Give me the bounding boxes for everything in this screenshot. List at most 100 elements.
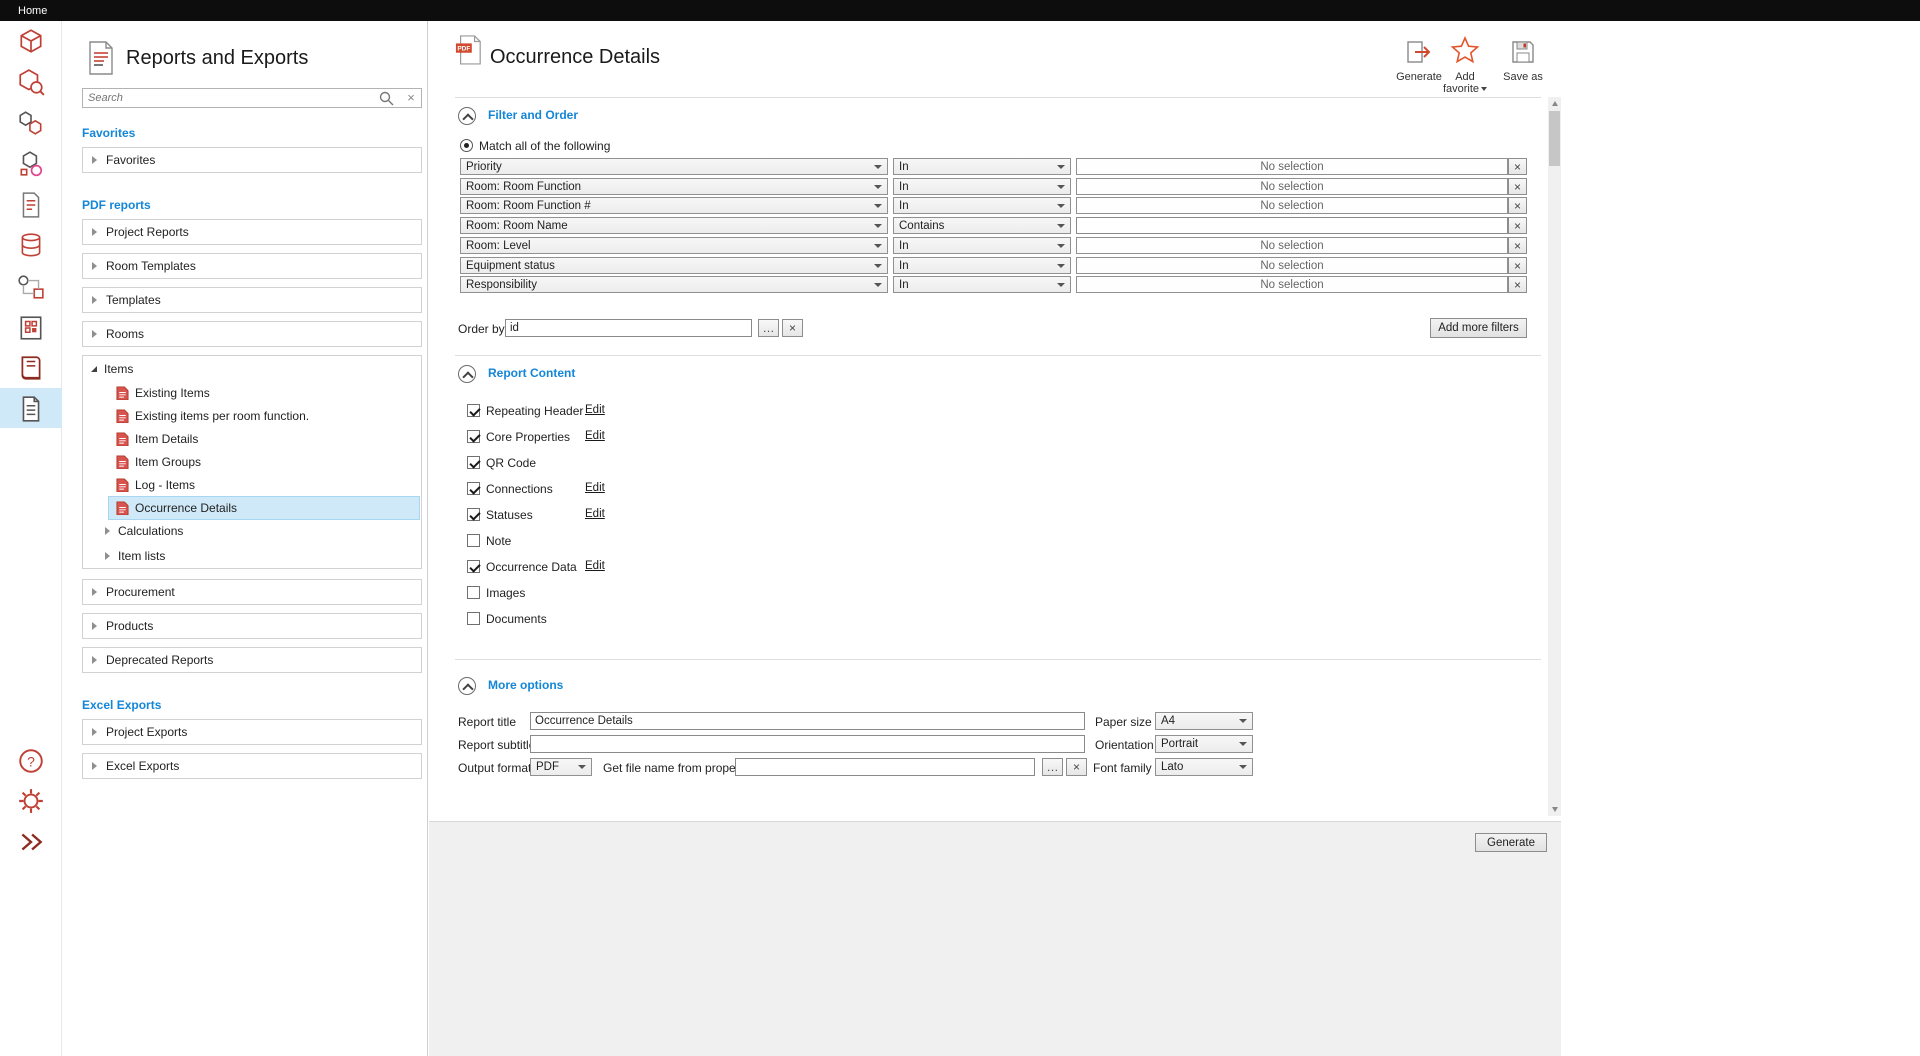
filter-operator-dropdown[interactable]: In xyxy=(893,276,1071,293)
scrollbar-up-button[interactable] xyxy=(1548,97,1561,110)
save-as-button[interactable]: Save as xyxy=(1493,38,1553,83)
edit-link[interactable]: Edit xyxy=(585,404,605,416)
collapse-section-button[interactable] xyxy=(458,365,476,383)
model-box-icon[interactable] xyxy=(17,27,45,55)
sidebar-item-templates[interactable]: Templates xyxy=(82,287,422,313)
images-checkbox[interactable] xyxy=(467,586,480,599)
workflow-icon[interactable] xyxy=(17,273,45,301)
collapse-section-button[interactable] xyxy=(458,677,476,695)
search-icon[interactable] xyxy=(379,91,394,106)
report-subtitle-input[interactable] xyxy=(530,735,1085,753)
tree-item-item-details[interactable]: Item Details xyxy=(109,428,419,450)
logbook-icon[interactable] xyxy=(17,354,45,382)
expand-rail-icon[interactable] xyxy=(17,828,45,856)
filter-value-selector[interactable]: No selection xyxy=(1076,197,1508,214)
filter-field-dropdown[interactable]: Room: Room Function # xyxy=(460,197,888,214)
sidebar-item-project-reports[interactable]: Project Reports xyxy=(82,219,422,245)
add-favorite-button[interactable]: Add favorite xyxy=(1441,36,1489,95)
generate-toolbar-button[interactable]: Generate xyxy=(1389,38,1449,83)
model-search-icon[interactable] xyxy=(17,68,45,96)
note-checkbox[interactable] xyxy=(467,534,480,547)
documents-icon[interactable] xyxy=(17,191,45,219)
edit-link[interactable]: Edit xyxy=(585,508,605,520)
order-by-input[interactable] xyxy=(505,319,752,337)
filter-field-dropdown[interactable]: Room: Room Function xyxy=(460,178,888,195)
tree-item-item-groups[interactable]: Item Groups xyxy=(109,451,419,473)
connections-checkbox[interactable] xyxy=(467,482,480,495)
scrollbar-down-button[interactable] xyxy=(1548,803,1561,816)
edit-link[interactable]: Edit xyxy=(585,430,605,442)
filter-remove-button[interactable]: × xyxy=(1508,178,1527,195)
filter-remove-button[interactable]: × xyxy=(1508,158,1527,175)
settings-gear-icon[interactable] xyxy=(17,787,45,815)
sidebar-item-products[interactable]: Products xyxy=(82,613,422,639)
filter-remove-button[interactable]: × xyxy=(1508,276,1527,293)
sidebar-item-rooms[interactable]: Rooms xyxy=(82,321,422,347)
systems-icon[interactable] xyxy=(17,150,45,178)
filter-field-dropdown[interactable]: Equipment status xyxy=(460,257,888,274)
collapse-section-button[interactable] xyxy=(458,107,476,125)
filter-remove-button[interactable]: × xyxy=(1508,197,1527,214)
filter-value-selector[interactable]: No selection xyxy=(1076,276,1508,293)
filter-operator-dropdown[interactable]: Contains xyxy=(893,217,1071,234)
help-icon[interactable]: ? xyxy=(17,747,45,775)
building-icon[interactable] xyxy=(17,314,45,342)
order-by-browse-button[interactable]: … xyxy=(758,319,779,337)
add-more-filters-button[interactable]: Add more filters xyxy=(1430,318,1527,338)
orientation-dropdown[interactable]: Portrait xyxy=(1155,735,1253,753)
tree-group-item-lists[interactable]: Item lists xyxy=(105,545,165,567)
occurrence-data-checkbox[interactable] xyxy=(467,560,480,573)
vertical-scrollbar[interactable] xyxy=(1548,97,1561,816)
output-format-dropdown[interactable]: PDF xyxy=(530,758,592,776)
statuses-checkbox[interactable] xyxy=(467,508,480,521)
filter-operator-dropdown[interactable]: In xyxy=(893,197,1071,214)
filter-value-selector[interactable]: No selection xyxy=(1076,158,1508,175)
sidebar-item-items[interactable]: Items xyxy=(91,358,133,380)
filter-operator-dropdown[interactable]: In xyxy=(893,158,1071,175)
match-all-radio[interactable] xyxy=(460,139,473,152)
filter-field-dropdown[interactable]: Responsibility xyxy=(460,276,888,293)
edit-link[interactable]: Edit xyxy=(585,560,605,572)
filter-remove-button[interactable]: × xyxy=(1508,257,1527,274)
filter-field-dropdown[interactable]: Room: Room Name xyxy=(460,217,888,234)
tree-item-existing-items[interactable]: Existing Items xyxy=(109,382,419,404)
sidebar-item-deprecated-reports[interactable]: Deprecated Reports xyxy=(82,647,422,673)
file-name-clear-button[interactable]: × xyxy=(1066,758,1087,776)
generate-button[interactable]: Generate xyxy=(1475,833,1547,852)
sidebar-item-excel-exports[interactable]: Excel Exports xyxy=(82,753,422,779)
font-family-dropdown[interactable]: Lato xyxy=(1155,758,1253,776)
tree-item-occurrence-details-selected[interactable]: Occurrence Details xyxy=(109,497,419,519)
sidebar-item-favorites[interactable]: Favorites xyxy=(82,147,422,173)
file-name-property-input[interactable] xyxy=(735,758,1035,776)
tree-group-calculations[interactable]: Calculations xyxy=(105,520,183,542)
qr-code-checkbox[interactable] xyxy=(467,456,480,469)
filter-operator-dropdown[interactable]: In xyxy=(893,257,1071,274)
scrollbar-thumb[interactable] xyxy=(1549,111,1560,166)
filter-field-dropdown[interactable]: Room: Level xyxy=(460,237,888,254)
home-tab[interactable]: Home xyxy=(0,5,47,17)
edit-link[interactable]: Edit xyxy=(585,482,605,494)
filter-value-selector[interactable]: No selection xyxy=(1076,257,1508,274)
repeating-header-checkbox[interactable] xyxy=(467,404,480,417)
filter-value-selector[interactable]: No selection xyxy=(1076,178,1508,195)
sidebar-item-procurement[interactable]: Procurement xyxy=(82,579,422,605)
report-title-input[interactable] xyxy=(530,712,1085,730)
filter-remove-button[interactable]: × xyxy=(1508,237,1527,254)
paper-size-dropdown[interactable]: A4 xyxy=(1155,712,1253,730)
filter-value-input[interactable] xyxy=(1076,217,1508,234)
sidebar-item-project-exports[interactable]: Project Exports xyxy=(82,719,422,745)
search-input[interactable] xyxy=(88,90,368,106)
filter-remove-button[interactable]: × xyxy=(1508,217,1527,234)
order-by-clear-button[interactable]: × xyxy=(782,319,803,337)
filter-field-dropdown[interactable]: Priority xyxy=(460,158,888,175)
documents-checkbox[interactable] xyxy=(467,612,480,625)
reports-exports-icon[interactable] xyxy=(17,395,45,423)
filter-operator-dropdown[interactable]: In xyxy=(893,237,1071,254)
core-properties-checkbox[interactable] xyxy=(467,430,480,443)
components-icon[interactable] xyxy=(17,109,45,137)
filter-operator-dropdown[interactable]: In xyxy=(893,178,1071,195)
database-icon[interactable] xyxy=(17,232,45,260)
filter-value-selector[interactable]: No selection xyxy=(1076,237,1508,254)
tree-item-existing-items-per-room-function[interactable]: Existing items per room function. xyxy=(109,405,419,427)
search-clear-icon[interactable]: × xyxy=(403,89,419,107)
